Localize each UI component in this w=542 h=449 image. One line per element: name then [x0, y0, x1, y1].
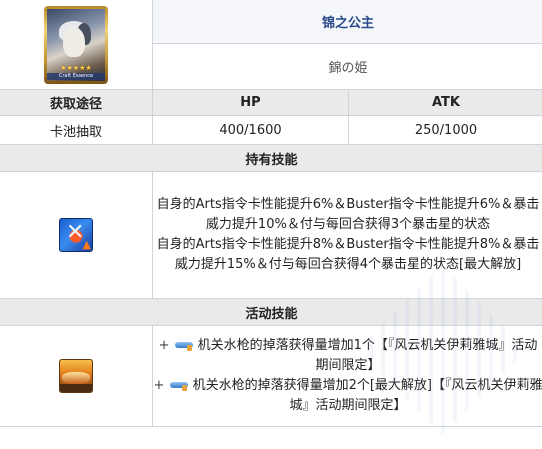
event-bonus-icon — [59, 359, 93, 393]
craft-essence-page: ★★★★★ Craft Essence 锦之公主 錦の姫 获取途径 HP ATK… — [0, 0, 542, 449]
atk-value: 250/1000 — [347, 115, 542, 145]
passive-icon-cell: ✕ ▲ — [0, 171, 153, 299]
event-skill-desc: + 机关水枪的掉落获得量增加1个【『风云机关伊莉雅城』活动期间限定】 + 机关水… — [151, 325, 542, 427]
card-art-cell: ★★★★★ Craft Essence — [0, 0, 153, 90]
craft-essence-table: ★★★★★ Craft Essence 锦之公主 錦の姫 获取途径 HP ATK… — [0, 0, 542, 427]
buster-arts-up-icon: ✕ ▲ — [59, 218, 93, 252]
obtain-value: 卡池抽取 — [0, 115, 153, 145]
event-line-2: + 机关水枪的掉落获得量增加2个[最大解放]【『风云机关伊莉雅城』活动期间限定】 — [153, 376, 542, 416]
passive-line-1: 自身的Arts指令卡性能提升6%＆Buster指令卡性能提升6%＆暴击威力提升1… — [156, 197, 540, 232]
event-line-1-plus: + — [158, 338, 170, 353]
event-line-1: + 机关水枪的掉落获得量增加1个【『风云机关伊莉雅城』活动期间限定】 — [153, 336, 542, 376]
passive-line-2: 自身的Arts指令卡性能提升8%＆Buster指令卡性能提升8%＆暴击威力提升1… — [156, 237, 540, 272]
water-gun-icon[interactable] — [169, 380, 192, 391]
atk-header: ATK — [347, 89, 542, 116]
obtain-header: 获取途径 — [0, 89, 153, 116]
hp-header: HP — [152, 89, 349, 116]
event-line-2-plus: + — [153, 378, 165, 393]
event-skill-header: 活动技能 — [0, 298, 542, 326]
hp-value: 400/1600 — [152, 115, 349, 145]
card-label: Craft Essence — [47, 72, 105, 80]
event-line-1-text: 机关水枪的掉落获得量增加1个【『风云机关伊莉雅城』活动期间限定】 — [197, 338, 538, 373]
event-line-2-text: 机关水枪的掉落获得量增加2个[最大解放]【『风云机关伊莉雅城』活动期间限定】 — [192, 378, 542, 413]
passive-skill-header: 持有技能 — [0, 144, 542, 172]
card-art[interactable]: ★★★★★ Craft Essence — [44, 5, 108, 84]
event-icon-cell — [0, 325, 153, 427]
card-stars: ★★★★★ — [60, 63, 92, 72]
water-gun-icon[interactable] — [174, 340, 197, 351]
card-name-cn: 锦之公主 — [151, 0, 542, 44]
card-name-jp: 錦の姫 — [151, 43, 542, 90]
passive-skill-desc: 自身的Arts指令卡性能提升6%＆Buster指令卡性能提升6%＆暴击威力提升1… — [151, 171, 542, 299]
